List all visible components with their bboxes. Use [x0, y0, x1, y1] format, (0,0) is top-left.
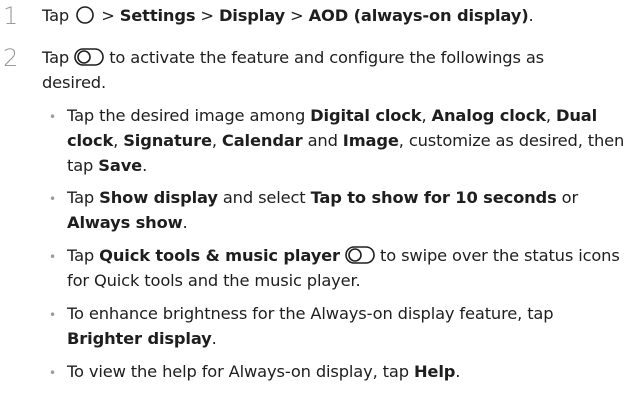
step-number-2: 2	[3, 44, 19, 72]
bullet-4-line-1: To enhance brightness for the Always-on …	[67, 304, 554, 323]
breadcrumb-separator: >	[101, 6, 115, 25]
breadcrumb-separator: >	[200, 6, 214, 25]
bullet-1-line-1: Tap the desired image among Digital cloc…	[67, 106, 598, 125]
step-2-text-cont: desired.	[42, 73, 107, 92]
always-show-label: Always show	[67, 213, 183, 232]
bullet-dot: •	[49, 250, 57, 264]
analog-clock-label: Analog clock	[431, 106, 547, 125]
breadcrumb-separator: >	[290, 6, 304, 25]
manual-page: 1 Tap > Settings > Display > AOD (always…	[0, 0, 642, 404]
quick-tools-label: Quick tools & music player	[99, 246, 340, 265]
step-1-text: Tap > Settings > Display > AOD (always-o…	[42, 6, 534, 25]
bullet-dot: •	[49, 366, 57, 380]
bullet-4-line-2: Brighter display.	[67, 329, 217, 348]
bullet-1-line-3: tap Save.	[67, 156, 148, 175]
step-text: Tap	[42, 6, 70, 25]
toggle-switch-icon	[345, 246, 375, 264]
bullet-dot: •	[49, 308, 57, 322]
help-label: Help	[413, 362, 456, 381]
bullet-1-line-2: clock, Signature, Calendar and Image, cu…	[67, 131, 625, 150]
settings-label: Settings	[119, 6, 196, 25]
bullet-2-line-1: Tap Show display and select Tap to show …	[67, 188, 578, 207]
calendar-label: Calendar	[221, 131, 303, 150]
bullet-5-line-1: To view the help for Always-on display, …	[67, 362, 461, 381]
step-number-1: 1	[3, 2, 19, 30]
brighter-display-label: Brighter display	[67, 329, 212, 348]
display-label: Display	[218, 6, 286, 25]
toggle-switch-icon	[74, 48, 104, 66]
image-label: Image	[342, 131, 399, 150]
home-circle-icon	[76, 6, 94, 24]
show-display-label: Show display	[99, 188, 218, 207]
bullet-dot: •	[49, 192, 57, 206]
save-label: Save	[98, 156, 143, 175]
bullet-2-line-2: Always show.	[67, 213, 188, 232]
dual-clock-label: Dual	[555, 106, 598, 125]
step-text: to activate the feature and configure th…	[109, 48, 545, 67]
step-2-text: Tap to activate the feature and configur…	[42, 48, 638, 68]
bullet-3-line-2: for Quick tools and the music player.	[67, 271, 361, 290]
digital-clock-label: Digital clock	[310, 106, 422, 125]
step-text: Tap	[42, 48, 70, 67]
signature-label: Signature	[123, 131, 212, 150]
aod-label: AOD (always-on display)	[308, 6, 529, 25]
bullet-dot: •	[49, 110, 57, 124]
bullet-3-line-1: Tap Quick tools & music player to swipe …	[67, 246, 620, 265]
tap-to-show-label: Tap to show for 10 seconds	[310, 188, 557, 207]
